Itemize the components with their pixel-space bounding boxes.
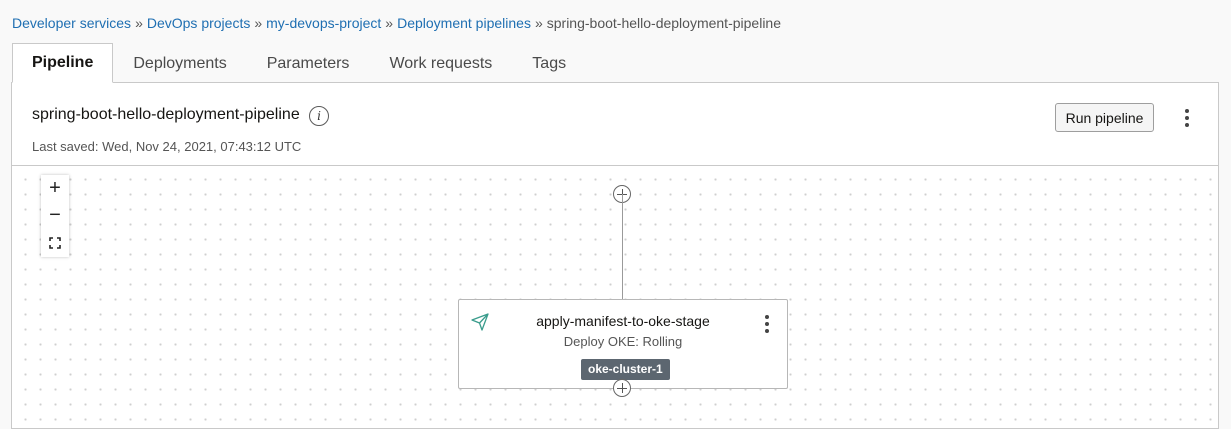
breadcrumb-separator: »: [385, 15, 394, 31]
tab-parameters[interactable]: Parameters: [247, 45, 370, 83]
breadcrumb-separator: »: [534, 15, 543, 31]
stage-more-actions-icon[interactable]: [759, 313, 775, 335]
breadcrumb-separator: »: [135, 15, 143, 31]
tab-tags[interactable]: Tags: [512, 45, 586, 83]
zoom-controls: + −: [41, 175, 69, 257]
tab-pipeline[interactable]: Pipeline: [12, 43, 114, 83]
pipeline-panel: spring-boot-hello-deployment-pipeline i …: [11, 82, 1219, 429]
expand-corners-icon: [49, 236, 61, 249]
info-icon[interactable]: i: [309, 106, 329, 126]
fit-to-screen-icon[interactable]: [41, 229, 69, 256]
breadcrumb-devops-projects[interactable]: DevOps projects: [147, 15, 250, 31]
run-pipeline-button[interactable]: Run pipeline: [1055, 103, 1154, 132]
cluster-badge: oke-cluster-1: [581, 359, 670, 380]
tab-deployments[interactable]: Deployments: [113, 45, 246, 83]
stage-type: Deploy OKE: Rolling: [563, 334, 683, 349]
breadcrumb-project[interactable]: my-devops-project: [266, 15, 381, 31]
pipeline-canvas[interactable]: + − apply-manifest-to-oke-stage Deploy O…: [12, 166, 1218, 428]
breadcrumb-developer-services[interactable]: Developer services: [12, 15, 131, 31]
tab-bar: Pipeline Deployments Parameters Work req…: [12, 43, 586, 83]
breadcrumb: Developer services» DevOps projects» my-de…: [12, 15, 781, 31]
zoom-in-button[interactable]: +: [41, 175, 69, 202]
breadcrumb-deployment-pipelines[interactable]: Deployment pipelines: [397, 15, 531, 31]
stage-card[interactable]: apply-manifest-to-oke-stage Deploy OKE: …: [458, 299, 788, 389]
stage-name: apply-manifest-to-oke-stage: [536, 313, 710, 329]
zoom-out-button[interactable]: −: [41, 202, 69, 229]
add-stage-bottom-icon[interactable]: [613, 379, 631, 397]
last-saved-text: Last saved: Wed, Nov 24, 2021, 07:43:12 …: [32, 139, 302, 154]
breadcrumb-current: spring-boot-hello-deployment-pipeline: [546, 15, 781, 31]
pipeline-header: spring-boot-hello-deployment-pipeline i …: [12, 83, 1218, 166]
stage-connector: [622, 194, 623, 299]
page-title: spring-boot-hello-deployment-pipeline: [32, 106, 300, 123]
breadcrumb-separator: »: [254, 15, 263, 31]
more-actions-icon[interactable]: [1179, 107, 1195, 129]
tab-work-requests[interactable]: Work requests: [369, 45, 512, 83]
